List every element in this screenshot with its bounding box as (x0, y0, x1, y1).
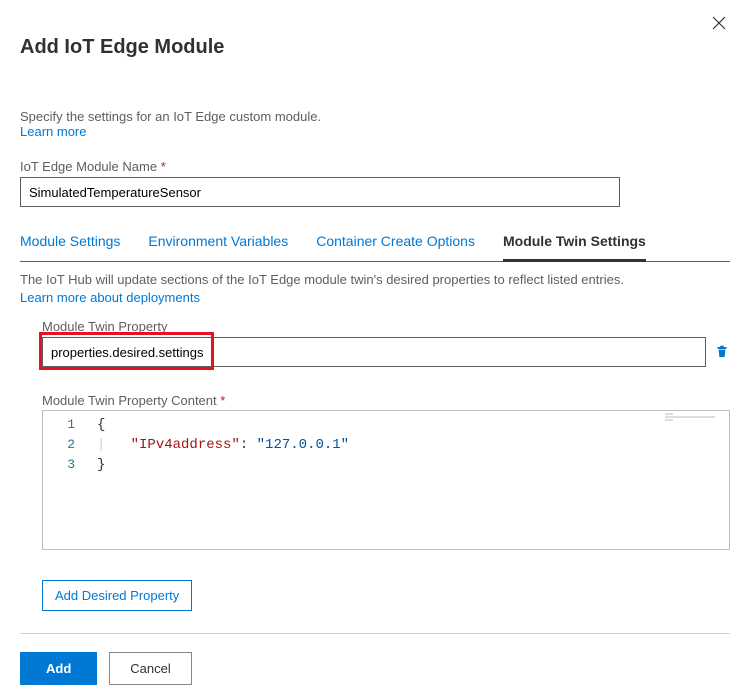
tabs: Module Settings Environment Variables Co… (20, 227, 730, 262)
intro-text: Specify the settings for an IoT Edge cus… (20, 109, 730, 124)
editor-minimap (665, 413, 725, 423)
delete-icon[interactable] (714, 343, 730, 362)
add-desired-property-button[interactable]: Add Desired Property (42, 580, 192, 611)
learn-more-link[interactable]: Learn more (20, 124, 86, 139)
tab-container-create-options[interactable]: Container Create Options (316, 227, 475, 261)
editor-gutter: 1 2 3 (43, 415, 83, 475)
module-name-label: IoT Edge Module Name * (20, 159, 730, 174)
close-icon[interactable] (708, 14, 730, 37)
twin-content-label: Module Twin Property Content * (42, 393, 730, 408)
tab-environment-variables[interactable]: Environment Variables (148, 227, 288, 261)
editor-code: { | "IPv4address": "127.0.0.1" } (97, 415, 349, 475)
deployments-link[interactable]: Learn more about deployments (20, 290, 200, 305)
tab-module-twin-settings[interactable]: Module Twin Settings (503, 227, 646, 262)
footer-divider (20, 633, 730, 634)
cancel-button[interactable]: Cancel (109, 652, 191, 685)
tab-module-settings[interactable]: Module Settings (20, 227, 120, 261)
page-title: Add IoT Edge Module (20, 36, 224, 59)
code-editor[interactable]: 1 2 3 { | "IPv4address": "127.0.0.1" } (42, 410, 730, 550)
module-name-input[interactable] (20, 177, 620, 207)
twin-property-input[interactable] (42, 337, 706, 367)
twin-description: The IoT Hub will update sections of the … (20, 272, 730, 287)
twin-property-label: Module Twin Property (42, 319, 730, 334)
add-button[interactable]: Add (20, 652, 97, 685)
